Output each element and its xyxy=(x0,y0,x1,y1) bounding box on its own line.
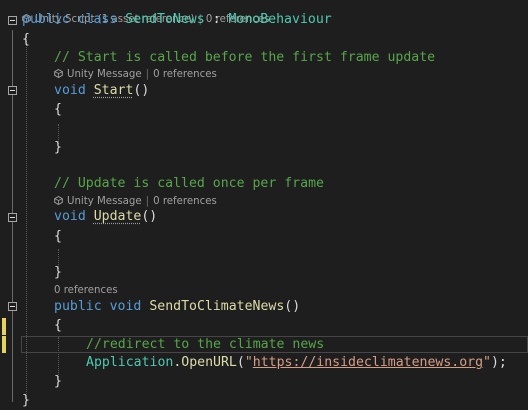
keyword-void: void xyxy=(54,83,86,98)
codelens-refs[interactable]: 0 references xyxy=(153,196,217,207)
application-class[interactable]: Application xyxy=(86,355,173,370)
code-line-start-decl: void Start() xyxy=(54,83,150,98)
code-editor[interactable]: Unity Script (1 asset reference) | 0 refer… xyxy=(0,0,528,408)
keyword-class: class xyxy=(77,12,118,27)
code-line-update-decl: void Update() xyxy=(54,209,158,224)
method-start[interactable]: Start xyxy=(94,83,134,98)
class-name[interactable]: SendToNews xyxy=(125,12,204,27)
code-line-comment: //redirect to the climate news xyxy=(0,336,528,354)
comment-update: // Update is called once per frame xyxy=(54,176,324,191)
code-line-brace: } xyxy=(54,265,62,280)
codelens-start: Unity Message | 0 references xyxy=(0,68,528,82)
code-line-brace: } xyxy=(54,374,62,389)
code-line-class-decl: public class SendToNews : MonoBehaviour xyxy=(22,12,332,27)
codelens-update: Unity Message | 0 references xyxy=(0,195,528,209)
code-line-brace: } xyxy=(54,140,62,155)
method-open-url[interactable]: OpenURL xyxy=(181,355,237,370)
codelens-unity-message[interactable]: Unity Message xyxy=(67,196,142,207)
method-send-to-climate-news[interactable]: SendToClimateNews xyxy=(149,299,284,314)
code-line-brace: { xyxy=(54,229,62,244)
code-line-comment: // Start is called before the first fram… xyxy=(0,49,528,67)
keyword-void: void xyxy=(54,209,86,224)
codelens-refs[interactable]: 0 references xyxy=(153,69,217,80)
keyword-void: void xyxy=(109,299,142,314)
unity-icon xyxy=(54,68,63,79)
code-line-comment: // Update is called once per frame xyxy=(0,175,528,193)
comment-start: // Start is called before the first fram… xyxy=(54,50,436,65)
comment-redirect: //redirect to the climate news xyxy=(86,337,325,352)
code-line-brace: { xyxy=(54,102,62,117)
codelens-send: 0 references xyxy=(0,284,528,298)
method-update[interactable]: Update xyxy=(94,209,142,224)
keyword-public: public xyxy=(54,299,102,314)
code-line-open-url: Application.OpenURL("https://insideclima… xyxy=(86,355,507,370)
code-line-send-decl: public void SendToClimateNews() xyxy=(54,299,301,314)
codelens-unity-message[interactable]: Unity Message xyxy=(67,69,142,80)
keyword-public: public xyxy=(22,12,70,27)
code-line-brace: { xyxy=(54,318,62,333)
url-link[interactable]: https://insideclimatenews.org xyxy=(253,355,483,370)
code-line-brace: { xyxy=(22,32,30,47)
codelens-refs[interactable]: 0 references xyxy=(54,285,118,296)
unity-icon xyxy=(54,195,63,206)
base-class[interactable]: MonoBehaviour xyxy=(228,12,331,27)
code-line-brace: } xyxy=(22,393,30,408)
